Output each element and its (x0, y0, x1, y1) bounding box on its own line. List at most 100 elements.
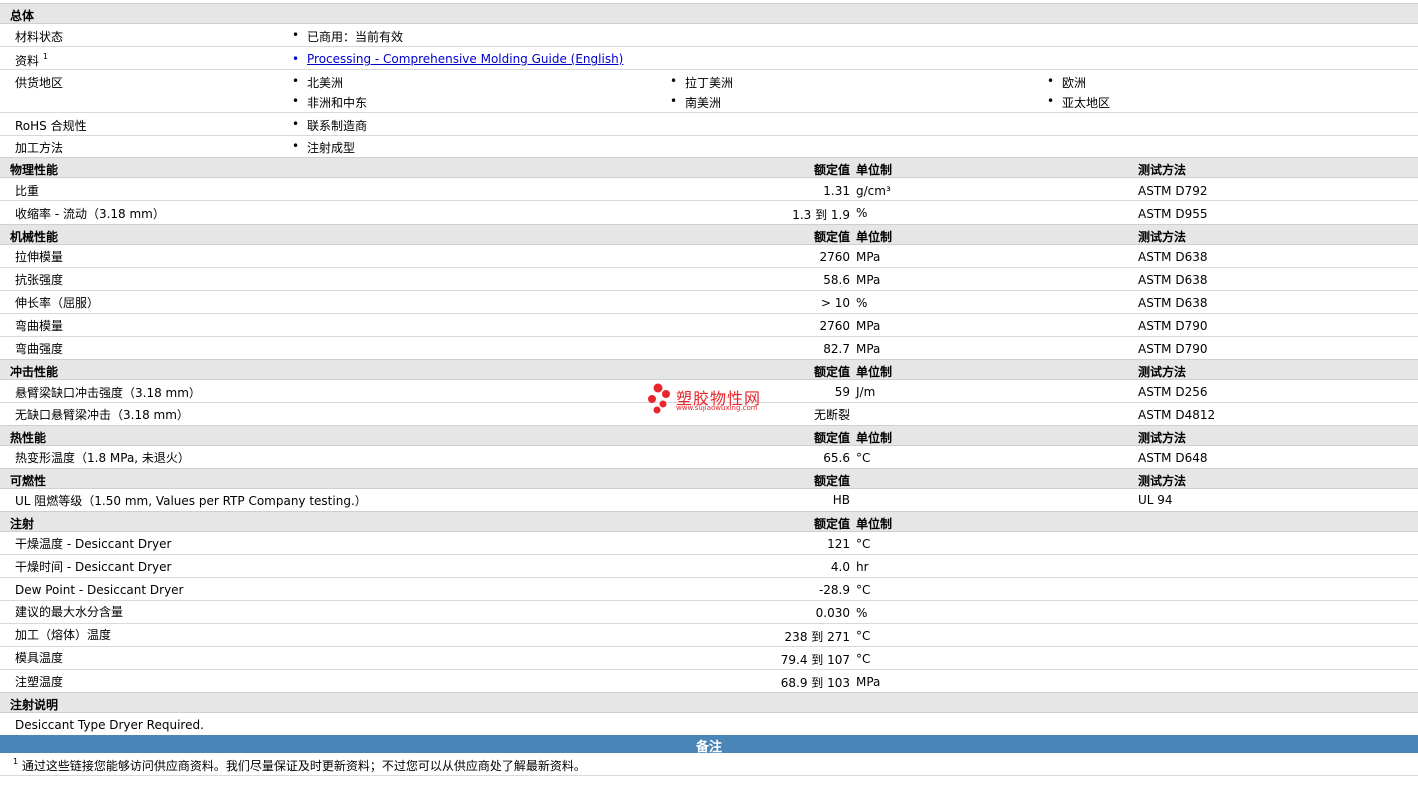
section-mechanical-header: 机械性能 额定值 单位制 测试方法 (0, 224, 1418, 245)
row-unit: MPa (856, 250, 881, 264)
row-test: ASTM D955 (1138, 207, 1208, 221)
row-label: 无缺口悬臂梁冲击（3.18 mm） (15, 408, 189, 422)
region-item: 欧洲 (1047, 74, 1086, 91)
row-unit: hr (856, 560, 869, 574)
section-title: 物理性能 (10, 163, 59, 177)
injection-notes-text: Desiccant Type Dryer Required. (15, 718, 204, 732)
section-title: 注射说明 (10, 698, 59, 712)
row-label: 悬臂梁缺口冲击强度（3.18 mm） (15, 386, 201, 400)
region-item: 北美洲 (292, 74, 343, 91)
row-unit: MPa (856, 342, 881, 356)
general-row-rohs: RoHS 合规性 联系制造商 (0, 113, 1418, 136)
row-label: 材料状态 (15, 30, 64, 44)
row-unit: °C (856, 652, 871, 666)
status-value: 已商用：当前有效 (292, 28, 403, 45)
watermark-url: www.sujiaowuxing.com (676, 404, 758, 412)
region-item: 南美洲 (670, 94, 721, 111)
row-test: ASTM D638 (1138, 250, 1208, 264)
column-header-unit: 单位制 (856, 517, 893, 531)
column-header-value: 额定值 (813, 365, 850, 379)
material-datasheet: 总体 材料状态 已商用：当前有效 资料 1 Processing - Compr… (0, 0, 1418, 798)
row-unit: MPa (856, 273, 881, 287)
row-unit: °C (856, 583, 871, 597)
table-row: 收缩率 - 流动（3.18 mm） 1.3 到 1.9 % ASTM D955 (0, 201, 1418, 224)
table-row: Dew Point - Desiccant Dryer -28.9 °C (0, 578, 1418, 601)
region-item: 拉丁美洲 (670, 74, 733, 91)
row-test: ASTM D792 (1138, 184, 1208, 198)
row-label: 注塑温度 (15, 675, 64, 689)
table-row: 建议的最大水分含量 0.030 % (0, 601, 1418, 624)
row-value: -28.9 (818, 583, 850, 597)
region-item: 非洲和中东 (292, 94, 367, 111)
row-value: 82.7 (823, 342, 850, 356)
row-label: Dew Point - Desiccant Dryer (15, 583, 184, 597)
row-label: UL 阻燃等级（1.50 mm, Values per RTP Company … (15, 494, 367, 508)
table-row: 伸长率（屈服） > 10 % ASTM D638 (0, 291, 1418, 314)
row-unit: MPa (856, 675, 881, 689)
row-label: 抗张强度 (15, 273, 64, 287)
table-row: 干燥温度 - Desiccant Dryer 121 °C (0, 532, 1418, 555)
general-row-status: 材料状态 已商用：当前有效 (0, 24, 1418, 47)
section-injection-header: 注射 额定值 单位制 (0, 511, 1418, 532)
row-test: ASTM D790 (1138, 342, 1208, 356)
section-flammability-header: 可燃性 额定值 测试方法 (0, 468, 1418, 489)
section-physical-header: 物理性能 额定值 单位制 测试方法 (0, 157, 1418, 178)
row-test: ASTM D790 (1138, 319, 1208, 333)
notes-header: 备注 (0, 735, 1418, 755)
row-value: 无断裂 (813, 408, 850, 422)
section-title: 注射 (10, 517, 35, 531)
general-row-docs: 资料 1 Processing - Comprehensive Molding … (0, 47, 1418, 70)
row-value: 121 (827, 537, 850, 551)
notes-row: 1 通过这些链接您能够访问供应商资料。我们尽量保证及时更新资料；不过您可以从供应… (0, 753, 1418, 776)
row-value: 58.6 (823, 273, 850, 287)
row-label: 加工方法 (15, 141, 64, 155)
row-unit: % (856, 296, 868, 310)
section-impact-header: 冲击性能 额定值 单位制 测试方法 (0, 359, 1418, 380)
row-label: 弯曲强度 (15, 342, 64, 356)
row-unit: % (856, 606, 868, 620)
row-label: 弯曲模量 (15, 319, 64, 333)
row-label: 热变形温度（1.8 MPa, 未退火） (15, 451, 190, 465)
row-test: ASTM D638 (1138, 296, 1208, 310)
row-label: 建议的最大水分含量 (15, 605, 124, 619)
table-row: 拉伸模量 2760 MPa ASTM D638 (0, 245, 1418, 268)
footnote-text: 1 通过这些链接您能够访问供应商资料。我们尽量保证及时更新资料；不过您可以从供应… (13, 757, 586, 774)
method-value: 注射成型 (292, 139, 355, 156)
row-label: 加工（熔体）温度 (15, 628, 112, 642)
table-row: 比重 1.31 g/cm³ ASTM D792 (0, 178, 1418, 201)
row-label: 模具温度 (15, 651, 64, 665)
row-label: 收缩率 - 流动（3.18 mm） (15, 207, 165, 221)
column-header-test: 测试方法 (1138, 365, 1187, 379)
table-row: 弯曲模量 2760 MPa ASTM D790 (0, 314, 1418, 337)
section-title: 热性能 (10, 431, 47, 445)
row-value: 1.31 (823, 184, 850, 198)
general-row-method: 加工方法 注射成型 (0, 136, 1418, 157)
column-header-value: 额定值 (813, 230, 850, 244)
row-unit: MPa (856, 319, 881, 333)
watermark-dots-icon (648, 383, 670, 414)
row-label: 伸长率（屈服） (15, 296, 100, 310)
injection-notes-row: Desiccant Type Dryer Required. (0, 713, 1418, 735)
column-header-test: 测试方法 (1138, 431, 1187, 445)
row-label: 资料 1 (15, 52, 48, 69)
row-label: 拉伸模量 (15, 250, 64, 264)
column-header-test: 测试方法 (1138, 163, 1187, 177)
row-test: ASTM D4812 (1138, 408, 1216, 422)
row-test: ASTM D638 (1138, 273, 1208, 287)
section-general-header: 总体 (0, 3, 1418, 24)
row-label: 供货地区 (15, 76, 64, 90)
row-test: ASTM D256 (1138, 385, 1208, 399)
column-header-test: 测试方法 (1138, 474, 1187, 488)
row-unit: °C (856, 451, 871, 465)
column-header-value: 额定值 (813, 431, 850, 445)
column-header-value: 额定值 (813, 474, 850, 488)
row-value: 1.3 到 1.9 (792, 208, 850, 222)
site-watermark: 塑胶物性网 www.sujiaowuxing.com (646, 382, 786, 416)
molding-guide-link[interactable]: Processing - Comprehensive Molding Guide… (292, 52, 623, 66)
row-unit: J/m (856, 385, 876, 399)
row-unit: °C (856, 629, 871, 643)
column-header-unit: 单位制 (856, 431, 893, 445)
column-header-test: 测试方法 (1138, 230, 1187, 244)
table-row: UL 阻燃等级（1.50 mm, Values per RTP Company … (0, 489, 1418, 511)
region-item: 亚太地区 (1047, 94, 1110, 111)
